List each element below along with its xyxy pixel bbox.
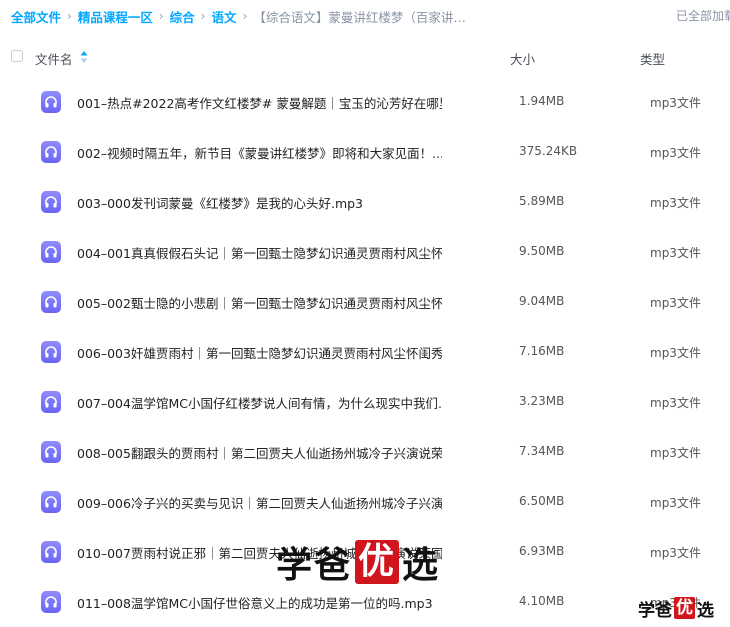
file-size: 7.34MB [519,444,565,458]
file-name[interactable]: 004–001真真假假石头记｜第一回甄士隐梦幻识通灵贾雨村风尘怀... [77,243,442,262]
breadcrumb-current-folder: 【综合语文】蒙曼讲红楼梦（百家讲坛... [253,9,476,25]
headphones-icon [41,341,61,363]
watermark-badge: 优 [674,597,695,619]
table-row[interactable]: 008–005翻跟头的贾雨村｜第二回贾夫人仙逝扬州城冷子兴演说荣... 7.34M… [0,427,730,477]
headphones-icon [41,591,61,613]
watermark-text: 学爸 [276,545,353,586]
column-header-type[interactable]: 类型 [640,49,665,68]
headphones-icon [41,441,61,463]
headphones-icon [41,241,61,263]
breadcrumb-separator: › [158,9,164,23]
file-type: mp3文件 [650,546,701,560]
file-type: mp3文件 [650,446,701,460]
file-name[interactable]: 009–006冷子兴的买卖与见识｜第二回贾夫人仙逝扬州城冷子兴演... [77,493,442,512]
table-row[interactable]: 007–004温学馆MC小国仔红楼梦说人间有情，为什么现实中我们... 3.23M… [0,377,730,427]
file-name[interactable]: 005–002甄士隐的小悲剧｜第一回甄士隐梦幻识通灵贾雨村风尘怀... [77,293,442,312]
breadcrumb-separator: › [67,9,72,23]
watermark-badge: 优 [355,540,400,584]
headphones-icon [41,391,61,413]
file-type: mp3文件 [650,246,701,260]
headphones-icon [41,541,61,563]
headphones-icon [41,191,61,213]
corner-watermark: 学爸优选 [638,596,714,621]
breadcrumb-separator: › [242,9,248,23]
load-status: 已全部加载 [676,9,730,23]
file-name[interactable]: 003–000发刊词蒙曼《红楼梦》是我的心头好.mp3 [77,193,363,212]
file-size: 3.23MB [519,394,565,408]
select-all-checkbox[interactable] [11,50,23,62]
column-header-size[interactable]: 大小 [510,49,535,68]
table-row[interactable]: 004–001真真假假石头记｜第一回甄士隐梦幻识通灵贾雨村风尘怀... 9.50M… [0,227,730,277]
watermark: 学爸优选 [276,538,440,586]
breadcrumb-premium-courses[interactable]: 精品课程一区 [78,7,153,26]
file-size: 375.24KB [519,144,578,158]
file-type: mp3文件 [650,496,701,510]
table-row[interactable]: 006–003奸雄贾雨村｜第一回甄士隐梦幻识通灵贾雨村风尘怀闺秀... 7.16M… [0,327,730,377]
file-name[interactable]: 002–视频时隔五年，新节目《蒙曼讲红楼梦》即将和大家见面！.... [77,143,442,162]
file-size: 1.94MB [519,94,565,108]
headphones-icon [41,91,61,113]
table-row[interactable]: 002–视频时隔五年，新节目《蒙曼讲红楼梦》即将和大家见面！.... 375.24… [0,127,730,177]
file-size: 4.10MB [519,594,565,608]
file-size: 9.50MB [519,244,565,258]
table-row[interactable]: 003–000发刊词蒙曼《红楼梦》是我的心头好.mp3 5.89MB mp3文件 [0,177,730,227]
table-header: 文件名 大小 类型 [0,40,730,74]
file-size: 6.93MB [519,544,565,558]
watermark-text: 选 [697,600,714,621]
file-name[interactable]: 007–004温学馆MC小国仔红楼梦说人间有情，为什么现实中我们... [77,393,442,412]
headphones-icon [41,291,61,313]
watermark-text: 选 [402,545,441,586]
breadcrumb-all-files[interactable]: 全部文件 [11,7,61,26]
breadcrumb: 全部文件 › 精品课程一区 › 综合 › 语文 › 【综合语文】蒙曼讲红楼梦（百… [11,0,730,32]
file-size: 6.50MB [519,494,565,508]
file-name[interactable]: 006–003奸雄贾雨村｜第一回甄士隐梦幻识通灵贾雨村风尘怀闺秀... [77,343,442,362]
breadcrumb-separator: › [200,9,206,23]
table-row[interactable]: 005–002甄士隐的小悲剧｜第一回甄士隐梦幻识通灵贾雨村风尘怀... 9.04M… [0,277,730,327]
column-header-name[interactable]: 文件名 [35,49,73,68]
file-name[interactable]: 001–热点#2022高考作文红楼梦# 蒙曼解题｜宝玉的沁芳好在哪里... [77,93,442,112]
breadcrumb-chinese[interactable]: 语文 [211,7,236,26]
file-size: 5.89MB [519,194,565,208]
watermark-text: 学爸 [638,600,672,621]
file-type: mp3文件 [650,296,701,310]
file-size: 9.04MB [519,294,565,308]
sort-icon[interactable] [80,50,88,64]
file-name[interactable]: 008–005翻跟头的贾雨村｜第二回贾夫人仙逝扬州城冷子兴演说荣... [77,443,442,462]
file-type: mp3文件 [650,96,701,110]
table-row[interactable]: 001–热点#2022高考作文红楼梦# 蒙曼解题｜宝玉的沁芳好在哪里... 1.9… [0,77,730,127]
headphones-icon [41,491,61,513]
file-type: mp3文件 [650,346,701,360]
headphones-icon [41,141,61,163]
file-name[interactable]: 011–008温学馆MC小国仔世俗意义上的成功是第一位的吗.mp3 [77,593,433,612]
file-type: mp3文件 [650,196,701,210]
breadcrumb-general[interactable]: 综合 [170,7,195,26]
file-type: mp3文件 [650,146,701,160]
table-row[interactable]: 009–006冷子兴的买卖与见识｜第二回贾夫人仙逝扬州城冷子兴演... 6.50M… [0,477,730,527]
file-type: mp3文件 [650,396,701,410]
file-size: 7.16MB [519,344,565,358]
